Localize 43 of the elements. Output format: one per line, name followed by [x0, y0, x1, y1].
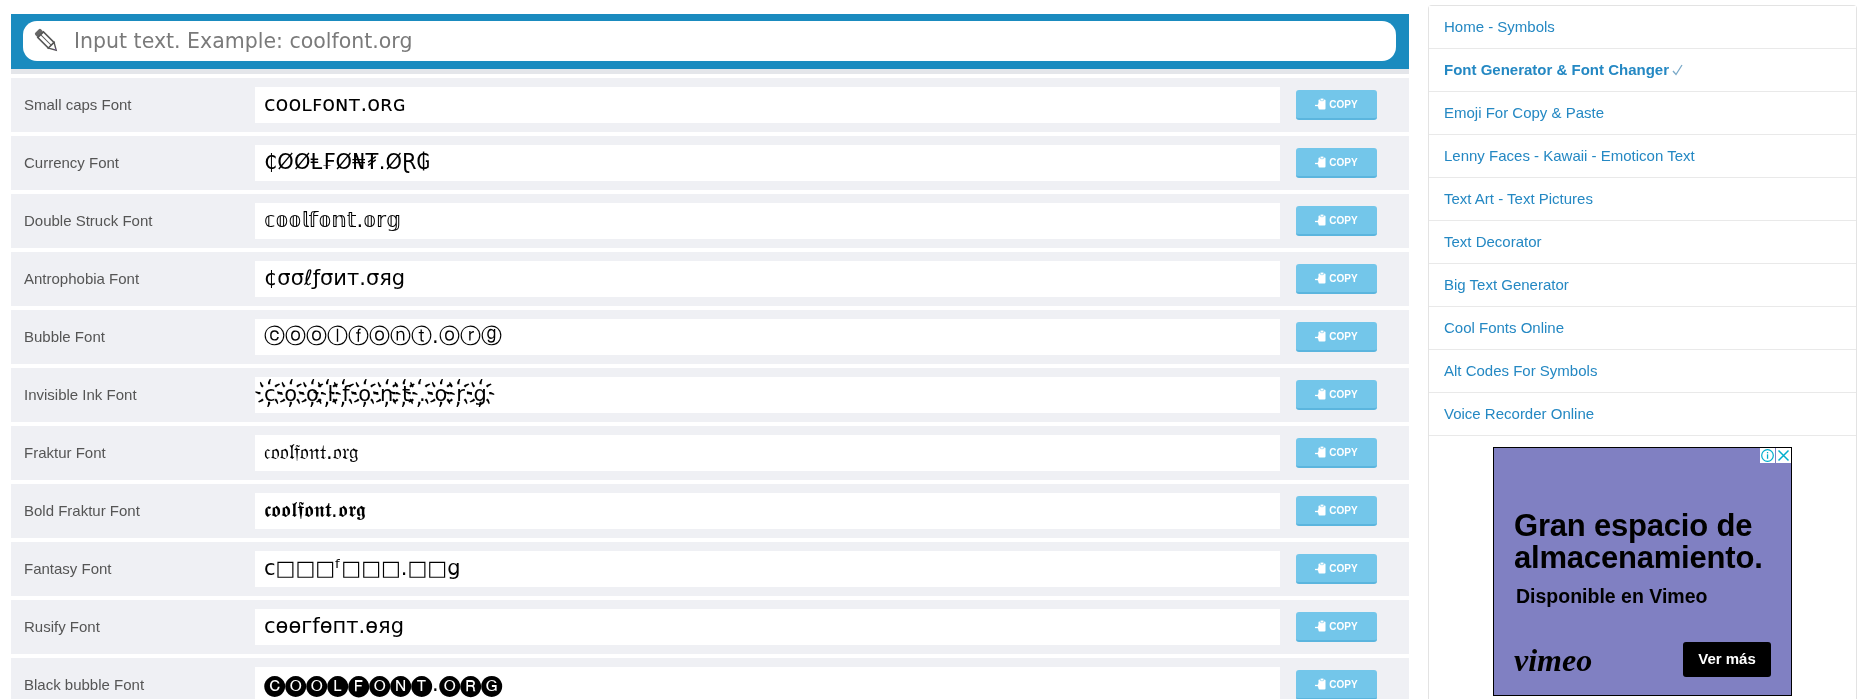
ad-cta-button[interactable]: Ver más [1683, 642, 1771, 677]
ad-headline: Gran espacio de almacenamiento. [1514, 510, 1764, 574]
font-name-label: Invisible Ink Font [24, 384, 138, 405]
sidebar-link[interactable]: Home - Symbols [1429, 6, 1856, 49]
output-field[interactable]: ¢σσℓƒσит.σяg [255, 261, 1280, 297]
font-name-label: Fraktur Font [24, 442, 107, 463]
font-name-label: Bubble Font [24, 326, 106, 347]
check-icon [1672, 64, 1683, 76]
clipboard-icon [1315, 446, 1327, 458]
clipboard-icon [1315, 98, 1327, 110]
text-input[interactable]: Input text. Example: coolfont.org [23, 21, 1396, 61]
output-field[interactable]: cөөгfөпт.өяg [255, 609, 1280, 645]
font-name-label: Small caps Font [24, 94, 133, 115]
font-name-label: Currency Font [24, 152, 121, 173]
font-name-label: Bold Fraktur Font [24, 500, 141, 521]
font-name-label: Fantasy Font [24, 558, 113, 579]
output-field[interactable]: ᴄᴏᴏʟꜰᴏɴᴛ.ᴏʀɢ [255, 87, 1280, 123]
clipboard-icon [1315, 678, 1327, 690]
font-name-label: Double Struck Font [24, 210, 154, 231]
output-field[interactable]: c҉o҉o҉l҉f҉o҉n҉t҉.҉o҉r҉g҉ [255, 377, 1280, 413]
ad-subline: Disponible en Vimeo [1516, 584, 1709, 609]
pencil-icon [34, 28, 60, 54]
clipboard-icon [1315, 272, 1327, 284]
output-field[interactable]: ₵ØØⱠ₣Ø₦₮.ØⱤ₲ [255, 145, 1280, 181]
output-field[interactable]: c□□□ᶠ□□□.□□ց [255, 551, 1280, 587]
close-icon[interactable] [1776, 448, 1791, 463]
font-name-label: Antrophobia Font [24, 268, 141, 289]
output-field[interactable]: 🅒🅞🅞🅛🅕🅞🅝🅣.🅞🅡🅖 [255, 667, 1280, 699]
clipboard-icon [1315, 156, 1327, 168]
font-name-label: Rusify Font [24, 616, 101, 637]
clipboard-icon [1315, 214, 1327, 226]
clipboard-icon [1315, 562, 1327, 574]
ad-logo: vimeo [1514, 643, 1593, 676]
output-field[interactable]: 𝔠𝔬𝔬𝔩𝔣𝔬𝔫𝔱.𝔬𝔯𝔤 [255, 435, 1280, 471]
clipboard-icon [1315, 330, 1327, 342]
font-name-label: Black bubble Font [24, 674, 146, 695]
clipboard-icon [1315, 388, 1327, 400]
output-field[interactable]: 𝕔𝕠𝕠𝕝𝕗𝕠𝕟𝕥.𝕠𝕣𝕘 [255, 203, 1280, 239]
output-field[interactable]: 𝖈𝖔𝖔𝖑𝖋𝖔𝖓𝖙.𝖔𝖗𝖌 [255, 493, 1280, 529]
output-field[interactable]: ⓒⓞⓞⓛⓕⓞⓝⓣ.ⓞⓡⓖ [255, 319, 1280, 355]
clipboard-icon [1315, 504, 1327, 516]
info-icon[interactable] [1760, 448, 1775, 463]
clipboard-icon [1315, 620, 1327, 632]
